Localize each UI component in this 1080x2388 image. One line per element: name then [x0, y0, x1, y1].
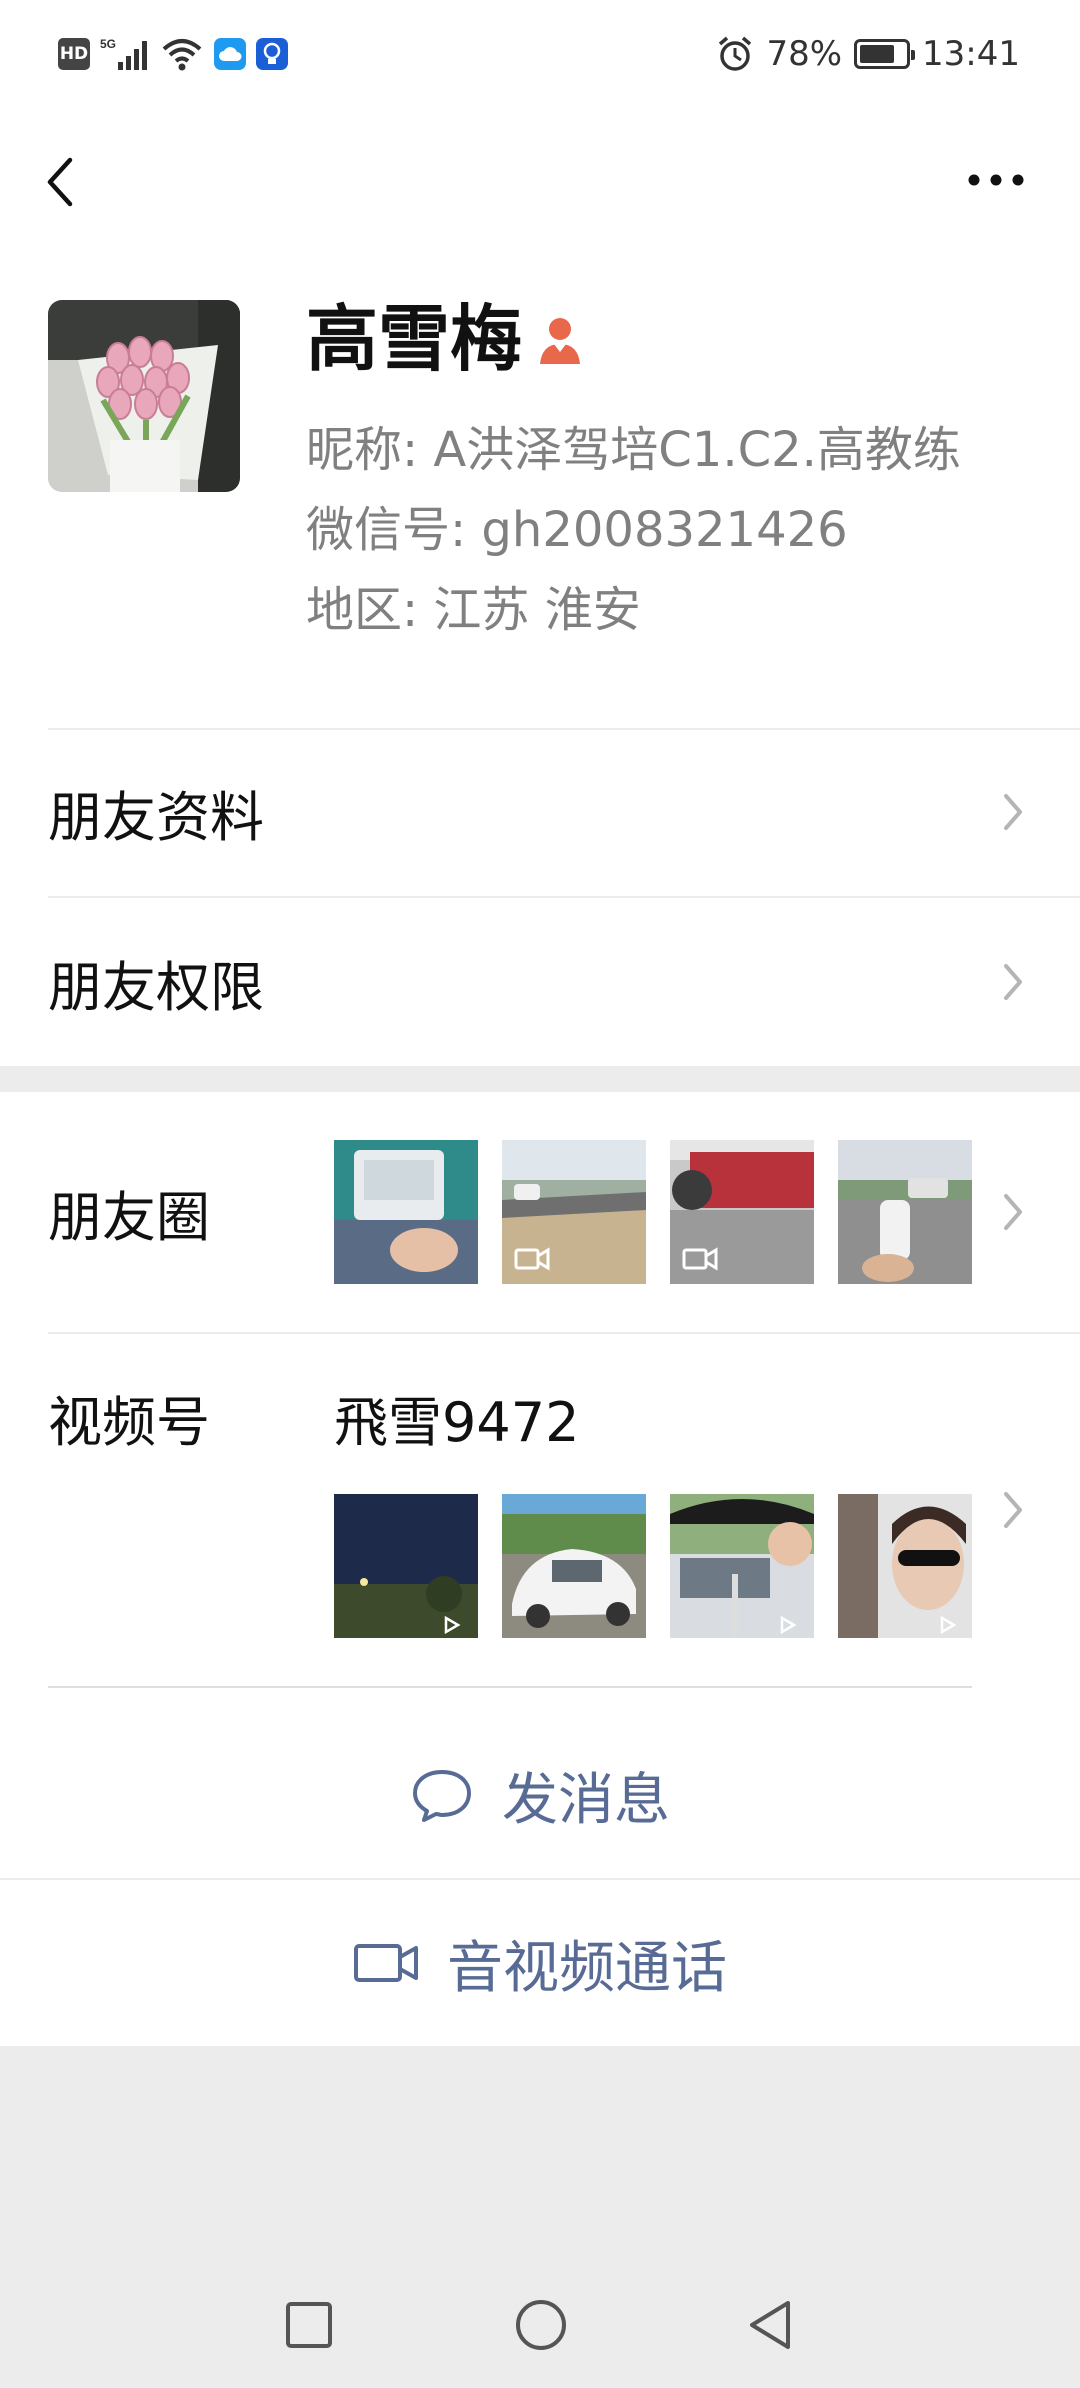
- friend-permissions-row[interactable]: 朋友权限: [0, 898, 1080, 1066]
- wifi-icon: [162, 39, 202, 71]
- recents-square-icon[interactable]: [284, 2300, 334, 2350]
- channel-thumb-1: [334, 1494, 478, 1638]
- alarm-clock-icon: [719, 36, 752, 71]
- chevron-right-icon: [1004, 794, 1022, 830]
- region-line: 地区: 江苏 淮安: [306, 582, 641, 638]
- name-row: 高雪梅: [306, 297, 584, 381]
- channel-thumb-3: [670, 1494, 814, 1638]
- battery-percent: 78%: [766, 34, 843, 74]
- moments-channels-section: 朋友圈 视频号 飛雪9472: [0, 1092, 1080, 1712]
- female-user-icon: [540, 317, 581, 364]
- chevron-right-icon: [1004, 1194, 1022, 1230]
- divider: [48, 1686, 972, 1688]
- chevron-left-icon[interactable]: [40, 152, 80, 212]
- back-triangle-icon[interactable]: [744, 2298, 794, 2352]
- avatar[interactable]: [48, 300, 240, 492]
- chevron-right-icon: [1004, 1492, 1022, 1528]
- channels-account-name: 飛雪9472: [334, 1391, 580, 1454]
- friend-info-label: 朋友资料: [48, 785, 264, 849]
- channels-row[interactable]: 视频号 飛雪9472: [0, 1334, 1080, 1690]
- channel-thumb-2: [502, 1494, 646, 1638]
- profile-card: 高雪梅 昵称: A洪泽驾培C1.C2.高教练 微信号: gh2008321426…: [0, 250, 1080, 730]
- channel-thumb-4: [838, 1494, 972, 1638]
- moments-thumb-4: [838, 1140, 972, 1284]
- more-dots-icon[interactable]: [966, 168, 1026, 192]
- hd-badge: HD: [58, 38, 90, 70]
- friend-info-row[interactable]: 朋友资料: [0, 728, 1080, 896]
- signal-5g-icon: 5G: [100, 37, 147, 70]
- status-bar: HD 5G 78% 13:41: [0, 0, 1080, 110]
- moments-label: 朋友圈: [48, 1185, 210, 1249]
- system-navigation-bar: [0, 2240, 1080, 2388]
- battery-icon: [854, 39, 916, 69]
- cloud-app-icon: [214, 38, 246, 70]
- video-camera-icon: [354, 1944, 418, 1982]
- avatar-image: [48, 300, 240, 492]
- moments-thumb-2: [502, 1140, 646, 1284]
- wechat-id-line[interactable]: 微信号: gh2008321426: [306, 490, 848, 560]
- chat-bubble-icon: [413, 1770, 471, 1822]
- moments-row[interactable]: 朋友圈: [0, 1092, 1080, 1332]
- contact-name: 高雪梅: [306, 297, 523, 381]
- nickname-line: 昵称: A洪泽驾培C1.C2.高教练: [306, 422, 961, 478]
- chevron-right-icon: [1004, 964, 1022, 1000]
- clock-time: 13:41: [922, 34, 1020, 74]
- lightbulb-app-icon: [256, 38, 288, 70]
- status-left: HD 5G: [58, 34, 288, 74]
- home-circle-icon[interactable]: [514, 2298, 568, 2352]
- svg-text:5G: 5G: [100, 37, 116, 51]
- moments-thumb-1: [334, 1140, 478, 1284]
- friend-settings-section: 朋友资料 朋友权限: [0, 728, 1080, 1066]
- status-right: 78% 13:41: [716, 30, 1020, 78]
- channels-label: 视频号: [48, 1391, 210, 1454]
- av-call-button[interactable]: 音视频通话: [0, 1880, 1080, 2046]
- send-message-button[interactable]: 发消息: [0, 1712, 1080, 1878]
- friend-permissions-label: 朋友权限: [48, 955, 264, 1019]
- send-message-label: 发消息: [502, 1767, 670, 1833]
- top-navigation: [0, 110, 1080, 250]
- battery-fill: [860, 45, 895, 63]
- av-call-label: 音视频通话: [447, 1935, 727, 2001]
- moments-thumb-3: [670, 1140, 814, 1284]
